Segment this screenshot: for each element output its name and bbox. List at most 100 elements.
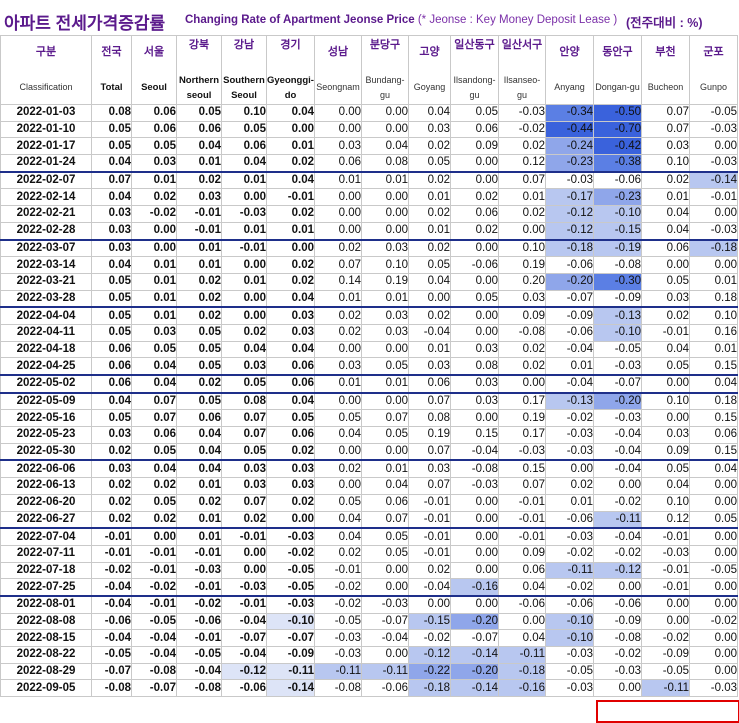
cell-southern-seoul: -0.03 (221, 205, 267, 223)
cell-dongan-gu: -0.09 (593, 612, 642, 631)
cell-seongnam: -0.03 (314, 646, 362, 664)
cell-anyang: -0.44 (545, 120, 594, 139)
table-row: 2022-04-04 0.05 0.01 0.02 0.00 0.03 0.02 0.03 0.… (0, 306, 738, 325)
cell-total: 0.03 (91, 459, 132, 479)
cell-bundang-gu: 0.00 (361, 120, 409, 139)
cell-gyeonggi-do: -0.03 (266, 594, 315, 614)
cell-bundang-gu: -0.06 (361, 679, 409, 698)
cell-gunpo: -0.18 (689, 238, 738, 258)
column-header-12: 동안구 Dongan-gu (593, 35, 642, 105)
cell-seoul: 0.02 (131, 510, 177, 529)
cell-seoul: 0.00 (131, 527, 177, 546)
cell-goyang: 0.03 (408, 459, 451, 479)
cell-dongan-gu: -0.42 (593, 137, 642, 156)
cell-anyang: -0.03 (545, 679, 594, 698)
cell-bucheon: 0.02 (641, 170, 690, 190)
row-date: 2022-05-30 (0, 442, 92, 461)
cell-goyang: -0.01 (408, 493, 451, 512)
cell-goyang: 0.00 (408, 289, 451, 308)
table-row: 2022-03-14 0.04 0.01 0.01 0.00 0.02 0.07 0.10 0.… (0, 256, 738, 274)
cell-gunpo: -0.02 (689, 612, 738, 631)
cell-northern-seoul: 0.05 (176, 357, 222, 376)
cell-northern-seoul: 0.01 (176, 256, 222, 274)
cell-seoul: -0.04 (131, 646, 177, 664)
table-row: 2022-07-18 -0.02 -0.01 -0.03 0.00 -0.05 -0.01 0… (0, 561, 738, 580)
cell-ilsandong-gu: 0.05 (450, 104, 499, 122)
cell-seongnam: 0.02 (314, 544, 362, 563)
cell-bundang-gu: 0.03 (361, 238, 409, 258)
column-header-14: 군포 Gunpo (689, 35, 738, 105)
cell-ilsanseo-gu: 0.17 (498, 426, 546, 444)
cell-bucheon: 0.04 (641, 340, 690, 359)
cell-gunpo: 0.00 (689, 137, 738, 156)
cell-total: -0.07 (91, 662, 132, 681)
cell-dongan-gu: -0.07 (593, 374, 642, 394)
cell-bucheon: -0.11 (641, 679, 690, 698)
row-date: 2022-01-03 (0, 104, 92, 122)
table-body: 2022-01-03 0.08 0.06 0.05 0.10 0.04 0.00 0.00 0.… (0, 104, 738, 698)
column-header-1: 전국 Total (91, 35, 132, 105)
cell-northern-seoul: 0.04 (176, 137, 222, 156)
cell-northern-seoul: 0.04 (176, 426, 222, 444)
cell-seoul: -0.05 (131, 612, 177, 631)
cell-seongnam: 0.01 (314, 170, 362, 190)
column-header-ko: 일산동구 (454, 38, 495, 51)
cell-total: 0.04 (91, 188, 132, 207)
cell-seongnam: -0.11 (314, 662, 362, 681)
cell-ilsanseo-gu: 0.06 (498, 561, 546, 580)
cell-ilsandong-gu: 0.00 (450, 493, 499, 512)
cell-seoul: 0.01 (131, 256, 177, 274)
cell-southern-seoul: -0.03 (221, 578, 267, 597)
cell-dongan-gu: -0.19 (593, 238, 642, 258)
column-header-en: Anyang (554, 82, 585, 92)
cell-goyang: 0.04 (408, 104, 451, 122)
cell-dongan-gu: -0.08 (593, 629, 642, 647)
table-row: 2022-07-25 -0.04 -0.02 -0.01 -0.03 -0.05 -0.02… (0, 578, 738, 597)
cell-bucheon: -0.01 (641, 561, 690, 580)
row-date: 2022-07-18 (0, 561, 92, 580)
cell-bundang-gu: -0.07 (361, 612, 409, 631)
cell-ilsandong-gu: 0.00 (450, 561, 499, 580)
cell-gunpo: 0.04 (689, 459, 738, 479)
column-header-ko: 부천 (655, 46, 676, 58)
row-date: 2022-08-01 (0, 594, 92, 614)
cell-southern-seoul: 0.07 (221, 409, 267, 428)
cell-total: -0.04 (91, 629, 132, 647)
cell-anyang: -0.07 (545, 289, 594, 308)
column-header-2: 서울 Seoul (131, 35, 177, 105)
cell-bucheon: 0.07 (641, 104, 690, 122)
cell-ilsanseo-gu: -0.03 (498, 104, 546, 122)
cell-goyang: 0.06 (408, 374, 451, 394)
cell-ilsandong-gu: -0.07 (450, 629, 499, 647)
cell-southern-seoul: 0.05 (221, 120, 267, 139)
cell-seoul: 0.05 (131, 493, 177, 512)
cell-ilsandong-gu: 0.00 (450, 594, 499, 614)
cell-goyang: -0.01 (408, 544, 451, 563)
cell-gyeonggi-do: 0.02 (266, 442, 315, 461)
column-header-en: Classification (19, 82, 73, 92)
row-date: 2022-05-16 (0, 409, 92, 428)
cell-bucheon: 0.04 (641, 477, 690, 495)
cell-southern-seoul: 0.00 (221, 561, 267, 580)
cell-dongan-gu: -0.05 (593, 340, 642, 359)
cell-anyang: -0.02 (545, 544, 594, 563)
cell-northern-seoul: 0.02 (176, 170, 222, 190)
column-header-5: 경기 Gyeonggi-do (266, 35, 315, 105)
cell-northern-seoul: 0.01 (176, 477, 222, 495)
cell-ilsandong-gu: -0.04 (450, 442, 499, 461)
cell-anyang: -0.34 (545, 104, 594, 122)
table-row: 2022-05-09 0.04 0.07 0.05 0.08 0.04 0.00 0.00 0.… (0, 391, 738, 411)
cell-seoul: -0.08 (131, 662, 177, 681)
cell-ilsanseo-gu: 0.19 (498, 256, 546, 274)
cell-ilsanseo-gu: 0.04 (498, 578, 546, 597)
cell-southern-seoul: 0.07 (221, 493, 267, 512)
row-date: 2022-02-21 (0, 205, 92, 223)
cell-northern-seoul: -0.01 (176, 629, 222, 647)
cell-bundang-gu: 0.01 (361, 170, 409, 190)
column-header-ko: 안양 (559, 46, 580, 58)
cell-gunpo: 0.01 (689, 272, 738, 291)
cell-gyeonggi-do: 0.00 (266, 238, 315, 258)
cell-anyang: -0.11 (545, 561, 594, 580)
table-row: 2022-02-14 0.04 0.02 0.03 0.00 -0.01 0.00 0.00 0… (0, 188, 738, 207)
cell-goyang: 0.03 (408, 120, 451, 139)
